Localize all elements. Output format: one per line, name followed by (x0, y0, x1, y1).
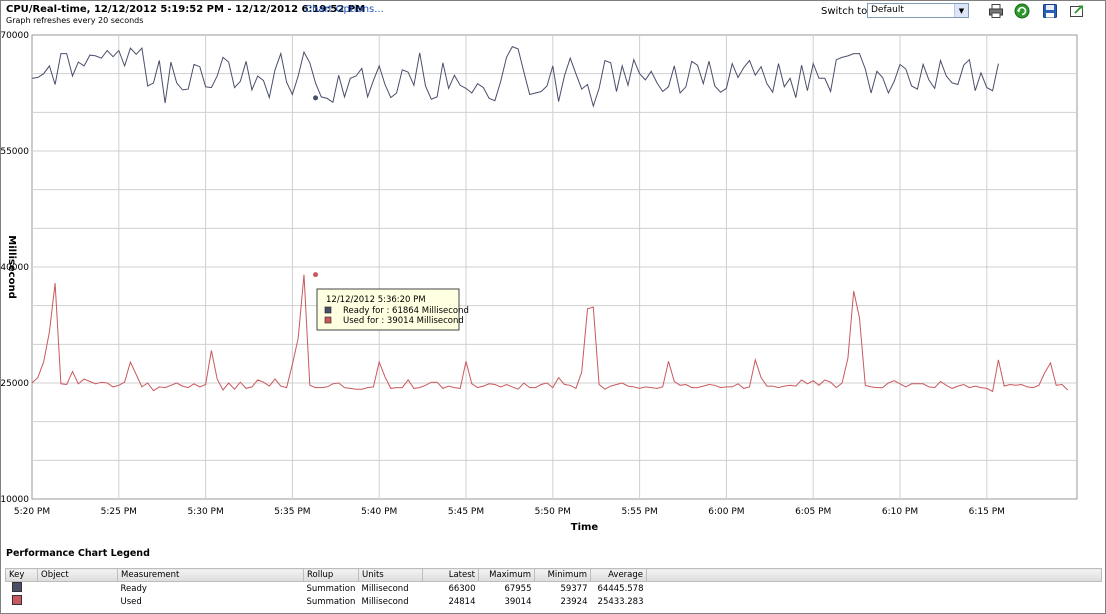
x-tick-label: 5:25 PM (101, 507, 137, 517)
legend-row-used[interactable]: Used Summation Millisecond 24814 39014 2… (6, 595, 1102, 608)
legend-col-rollup[interactable]: Rollup (303, 568, 359, 582)
tooltip-line: Used for : 39014 Millisecond (343, 316, 464, 326)
legend-row-ready[interactable]: Ready Summation Millisecond 66300 67955 … (6, 582, 1102, 596)
tooltip-point-ready (313, 95, 319, 101)
y-tick-label: 55000 (0, 147, 29, 157)
legend-measurement: Ready (120, 583, 147, 594)
chevron-down-icon[interactable]: ▼ (954, 4, 968, 17)
legend-key-cell (6, 595, 38, 608)
x-tick-label: 6:15 PM (969, 507, 1005, 517)
y-tick-label: 25000 (0, 379, 29, 389)
legend-col-average[interactable]: Average (590, 568, 647, 582)
legend-title: Performance Chart Legend (6, 548, 150, 559)
x-tick-label: 5:20 PM (14, 507, 50, 517)
chart-options-link[interactable]: Chart Options... (305, 4, 384, 15)
legend-latest: 24814 (448, 596, 476, 607)
legend-rollup: Summation (306, 596, 356, 607)
x-tick-label: 6:05 PM (795, 507, 831, 517)
y-tick-label: 10000 (0, 495, 29, 505)
x-axis-label: Time (571, 522, 599, 533)
series-color-swatch (11, 582, 22, 592)
legend-col-filler (646, 568, 1102, 582)
legend-object (38, 582, 118, 596)
legend-rollup: Summation (306, 583, 356, 594)
tooltip-line: Ready for : 61864 Millisecond (343, 306, 469, 316)
legend-col-minimum[interactable]: Minimum (534, 568, 591, 582)
tooltip-point-used (313, 272, 319, 278)
x-tick-label: 5:35 PM (274, 507, 310, 517)
x-tick-label: 5:55 PM (621, 507, 657, 517)
legend-table: Key Object Measurement Rollup Units Late… (5, 568, 1102, 608)
legend-col-maximum[interactable]: Maximum (478, 568, 535, 582)
export-icon[interactable] (1069, 3, 1085, 19)
legend-units: Millisecond (361, 596, 409, 607)
legend-header-row: Key Object Measurement Rollup Units Late… (5, 568, 1102, 582)
switch-to-label: Switch to: (821, 6, 871, 17)
legend-minimum: 59377 (560, 583, 588, 594)
legend-maximum: 67955 (504, 583, 532, 594)
performance-chart: 5:20 PM 5:25 PM 5:30 PM 5:35 PM 5:40 PM 5:45 … (0, 31, 1078, 533)
legend-object (38, 595, 118, 608)
legend-latest: 66300 (448, 583, 476, 594)
legend-key-cell (6, 582, 38, 596)
switch-to-value: Default (871, 5, 904, 15)
legend-minimum: 23924 (560, 596, 588, 607)
series-color-swatch (11, 595, 22, 605)
x-tick-label: 6:10 PM (882, 507, 918, 517)
legend-col-measurement[interactable]: Measurement (117, 568, 304, 582)
x-tick-label: 5:45 PM (448, 507, 484, 517)
tooltip-time: 12/12/2012 5:36:20 PM (326, 295, 426, 305)
x-tick-label: 5:30 PM (187, 507, 223, 517)
x-tick-label: 6:00 PM (708, 507, 744, 517)
tooltip-swatch (324, 306, 332, 314)
legend-units: Millisecond (361, 583, 409, 594)
legend-maximum: 39014 (504, 596, 532, 607)
legend-col-object[interactable]: Object (37, 568, 118, 582)
legend-col-latest[interactable]: Latest (422, 568, 479, 582)
refresh-icon[interactable] (1014, 3, 1030, 19)
legend-average: 64445.578 (597, 583, 644, 594)
legend-col-key[interactable]: Key (5, 568, 38, 582)
tooltip-swatch (324, 316, 332, 324)
legend-col-units[interactable]: Units (358, 568, 423, 582)
save-icon[interactable] (1042, 3, 1058, 19)
x-tick-label: 5:40 PM (361, 507, 397, 517)
legend-average: 25433.283 (597, 596, 644, 607)
switch-to-dropdown[interactable]: Default ▼ (867, 3, 969, 18)
x-tick-label: 5:50 PM (535, 507, 571, 517)
y-tick-label: 70000 (0, 31, 29, 41)
y-axis-label: Millisecond (6, 235, 17, 298)
print-icon[interactable] (988, 3, 1004, 19)
legend-measurement: Used (120, 596, 142, 607)
